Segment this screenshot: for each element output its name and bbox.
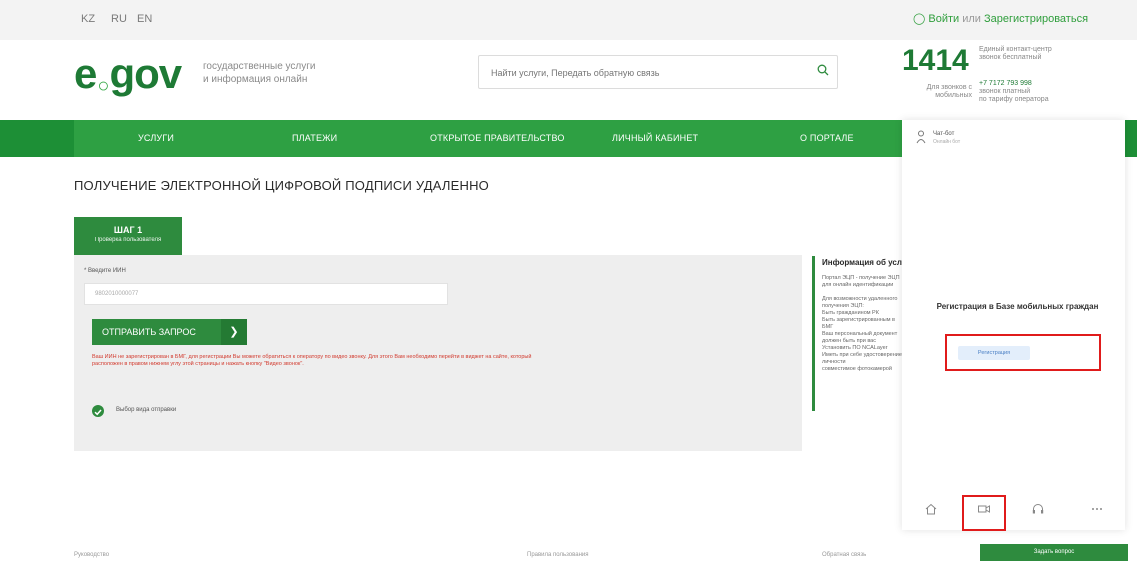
highlight-box-video-call — [962, 495, 1006, 531]
tagline-line-2: и информация онлайн — [203, 74, 308, 85]
info-accent-bar — [812, 256, 815, 411]
contact-note-3: Для звонков с мобильных — [926, 84, 972, 99]
footer-link-feedback[interactable]: Обратная связь — [822, 552, 866, 558]
agent-status: Онлайн бот — [933, 139, 961, 145]
info-title: Информация об услуге — [822, 258, 915, 267]
lang-ru[interactable]: RU — [111, 13, 127, 25]
step-tab: ШАГ 1 Проверка пользователя — [74, 217, 182, 255]
contact-note-2: звонок бесплатный — [979, 54, 1042, 61]
register-link[interactable]: Зарегистрироваться — [984, 13, 1088, 25]
check-icon — [92, 405, 104, 417]
contact-note-5: звонок платный — [979, 88, 1031, 95]
check-label: Выбор вида отправки — [116, 407, 177, 413]
info-text: Портал ЭЦП - получение ЭЦП для онлайн ид… — [822, 275, 902, 372]
registration-title: Регистрация в Базе мобильных граждан — [936, 302, 1099, 311]
nav-services[interactable]: Услуги — [138, 120, 174, 157]
lang-kz[interactable]: KZ — [81, 13, 95, 25]
contact-number: 1414 — [902, 44, 969, 77]
login-link[interactable]: Войти — [928, 13, 959, 25]
nav-open-government[interactable]: Открытое правительство — [430, 120, 565, 157]
nav-personal-cabinet[interactable]: Личный кабинет — [612, 120, 698, 157]
ask-question-button[interactable]: Задать вопрос — [980, 544, 1128, 561]
page-title: ПОЛУЧЕНИЕ ЭЛЕКТРОННОЙ ЦИФРОВОЙ ПОДПИСИ У… — [74, 178, 489, 193]
nav-about[interactable]: О портале — [800, 120, 854, 157]
chevron-right-icon: ❯ — [221, 319, 247, 345]
contact-note-1: Единый контакт-центр — [979, 46, 1052, 53]
contact-note-4: +7 7172 793 998 — [979, 80, 1032, 87]
step-subtitle: Проверка пользователя — [94, 237, 162, 243]
search-input[interactable] — [479, 56, 813, 90]
logo-dot-icon: ○ — [97, 75, 109, 97]
egov-logo[interactable]: e○gov — [74, 50, 182, 98]
error-message: Ваш ИИН не зарегистрирован в БМГ, для ре… — [92, 354, 532, 367]
send-request-button[interactable]: ОТПРАВИТЬ ЗАПРОС ❯ — [92, 319, 247, 345]
chat-widget — [902, 120, 1125, 530]
agent-name: Чат-бот — [933, 131, 955, 137]
logo-part-gov: gov — [109, 50, 182, 97]
search-box — [478, 55, 838, 90]
step-title: ШАГ 1 — [113, 225, 143, 235]
footer-link-guide[interactable]: Руководство — [74, 552, 109, 558]
contact-note-6: по тарифу оператора — [979, 96, 1049, 103]
tagline-line-1: государственные услуги — [203, 61, 316, 72]
home-icon[interactable] — [924, 502, 938, 516]
user-icon: ◯ — [913, 13, 926, 25]
tagline: государственные услуги и информация онла… — [203, 60, 316, 86]
lang-en[interactable]: EN — [137, 13, 152, 25]
agent-avatar-icon — [916, 130, 926, 144]
more-icon[interactable] — [1090, 502, 1104, 516]
headset-icon[interactable] — [1031, 502, 1045, 516]
logo-part-e: e — [74, 50, 97, 97]
nav-payments[interactable]: Платежи — [292, 120, 337, 157]
iin-input[interactable]: 9802010000077 — [84, 283, 448, 305]
footer-link-rules[interactable]: Правила пользования — [527, 552, 589, 558]
search-icon[interactable] — [817, 64, 829, 76]
auth-links: ◯ Войти или Зарегистрироваться — [913, 12, 1088, 25]
send-request-label: ОТПРАВИТЬ ЗАПРОС — [102, 327, 196, 337]
auth-separator: или — [962, 13, 981, 25]
iin-label: * Введите ИИН — [84, 268, 126, 274]
highlight-box-registration — [945, 334, 1101, 371]
